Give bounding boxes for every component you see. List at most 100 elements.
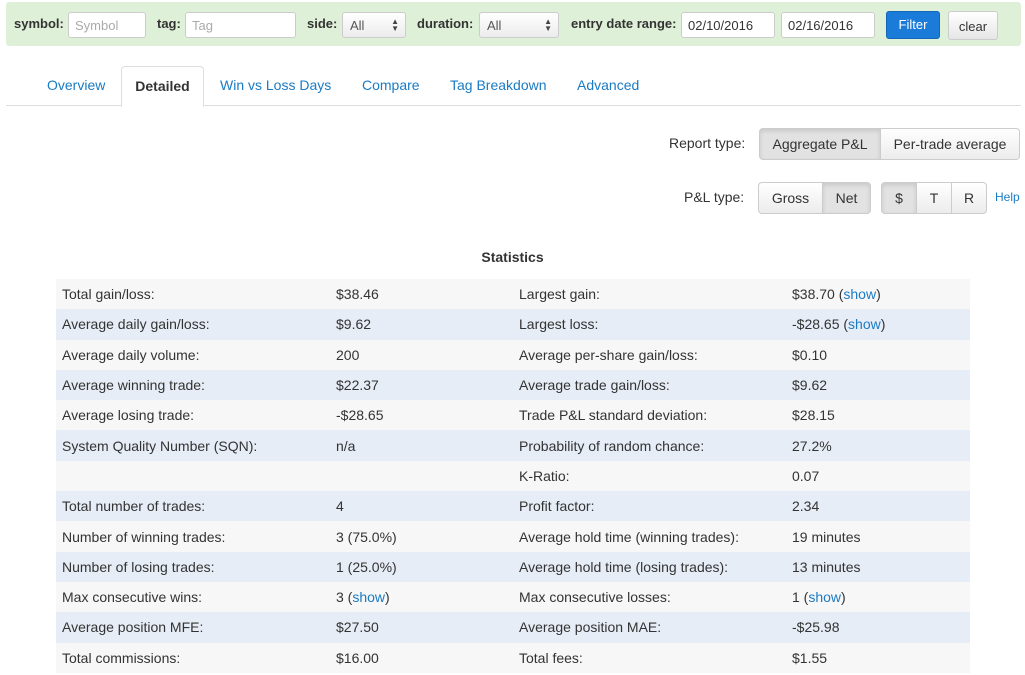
- stat-label-text: Max consecutive wins:: [62, 589, 203, 606]
- report-type-label: Report type:: [669, 135, 746, 151]
- r-multiple-unit-button[interactable]: R: [951, 182, 987, 214]
- stat-label: Largest gain:: [513, 279, 786, 310]
- stat-label-text: Trade P&L standard deviation:: [519, 407, 708, 424]
- stat-value-text: 2.34: [792, 498, 820, 515]
- table-row: Total commissions: $16.00 Total fees: $1.55: [56, 642, 970, 673]
- report-type-group: Aggregate P&L Per-trade average: [759, 128, 1020, 160]
- tab-win-vs-loss-days[interactable]: Win vs Loss Days: [220, 66, 331, 106]
- table-row: Number of losing trades: 1 (25.0%) Average…: [56, 551, 970, 582]
- clear-button[interactable]: clear: [948, 11, 998, 40]
- stat-value-text: $9.62: [336, 316, 372, 333]
- stat-value-text: 4: [336, 498, 344, 515]
- stat-value: $16.00: [330, 642, 513, 673]
- date-from-input[interactable]: [681, 12, 775, 38]
- table-row: Average daily gain/loss: $9.62 Largest los…: [56, 309, 970, 340]
- symbol-input[interactable]: [68, 12, 146, 38]
- stat-value: 1 (25.0%): [330, 551, 513, 582]
- stat-label: Average winning trade:: [56, 369, 330, 401]
- stat-label: Total number of trades:: [56, 491, 330, 522]
- tab-overview[interactable]: Overview: [47, 66, 105, 106]
- stat-label: Number of winning trades:: [56, 521, 330, 552]
- side-select[interactable]: All ▲ ▼: [342, 12, 406, 38]
- stat-label: Average losing trade:: [56, 400, 330, 431]
- stat-value-text: 3 (75.0%): [336, 528, 397, 545]
- tag-input[interactable]: [185, 12, 296, 38]
- filter-button[interactable]: Filter: [886, 11, 940, 39]
- table-row: Average winning trade: $22.37 Average trad…: [56, 369, 970, 401]
- show-link[interactable]: show: [808, 589, 841, 605]
- stat-value-text: $0.10: [792, 346, 828, 363]
- stat-value-text: 1: [792, 589, 800, 606]
- table-row: Average losing trade: -$28.65 Trade P&L st…: [56, 400, 970, 431]
- stat-label-text: Average per-share gain/loss:: [519, 346, 698, 363]
- net-button[interactable]: Net: [822, 182, 871, 214]
- stat-label-text: Average winning trade:: [62, 377, 205, 394]
- stat-label-text: Average hold time (winning trades):: [519, 528, 739, 545]
- stat-value-text: 200: [336, 346, 360, 363]
- stat-value-text: 3: [336, 589, 344, 606]
- entry-date-range-label: entry date range:: [571, 16, 677, 31]
- stat-value: $38.70 (show): [786, 279, 970, 310]
- stat-label: Total fees:: [513, 642, 786, 673]
- show-link[interactable]: show: [848, 316, 881, 332]
- stat-label: Average hold time (winning trades):: [513, 521, 786, 552]
- dollar-unit-button[interactable]: $: [881, 182, 917, 214]
- stat-label: Average position MAE:: [513, 612, 786, 643]
- table-row: Total number of trades: 4 Profit factor: 2.…: [56, 491, 970, 522]
- stat-label-text: Average daily volume:: [62, 346, 200, 363]
- select-arrows-icon: ▲ ▼: [544, 17, 552, 33]
- select-arrows-icon: ▲ ▼: [391, 17, 399, 33]
- show-link[interactable]: show: [843, 286, 876, 302]
- stat-value: 13 minutes: [786, 551, 970, 582]
- stat-label-text: Largest loss:: [519, 316, 599, 333]
- per-trade-average-button[interactable]: Per-trade average: [880, 128, 1020, 160]
- table-row: Average position MFE: $27.50 Average posit…: [56, 612, 970, 643]
- stat-label: Average position MFE:: [56, 612, 330, 643]
- aggregate-pl-button[interactable]: Aggregate P&L: [759, 128, 881, 160]
- stat-label: Average daily volume:: [56, 339, 330, 370]
- stat-label: Average daily gain/loss:: [56, 309, 330, 340]
- stat-value-text: -$25.98: [792, 619, 840, 636]
- stat-value: 1 (show): [786, 581, 970, 613]
- stat-value-text: 27.2%: [792, 437, 832, 454]
- table-row: Number of winning trades: 3 (75.0%) Averag…: [56, 521, 970, 552]
- stat-value: 3 (show): [330, 581, 513, 613]
- stat-value-text: n/a: [336, 437, 356, 454]
- date-to-input[interactable]: [781, 12, 875, 38]
- stat-value-text: $16.00: [336, 649, 379, 666]
- pl-type-group: Gross Net: [758, 182, 871, 214]
- ticks-unit-button[interactable]: T: [916, 182, 952, 214]
- stat-label: Probability of random chance:: [513, 430, 786, 461]
- stat-value: $9.62: [330, 309, 513, 340]
- stat-label-text: Average position MFE:: [62, 619, 204, 636]
- stat-value: $28.15: [786, 400, 970, 431]
- tab-compare[interactable]: Compare: [362, 66, 420, 106]
- stat-label-text: System Quality Number (SQN):: [62, 437, 258, 454]
- stat-label: Average trade gain/loss:: [513, 369, 786, 401]
- tab-tag-breakdown[interactable]: Tag Breakdown: [450, 66, 547, 106]
- stat-value: [330, 460, 513, 492]
- stat-label: K-Ratio:: [513, 460, 786, 492]
- show-link[interactable]: show: [352, 589, 385, 605]
- stat-value: 3 (75.0%): [330, 521, 513, 552]
- stat-value: 27.2%: [786, 430, 970, 461]
- help-link[interactable]: Help: [995, 190, 1020, 204]
- stat-label-text: K-Ratio:: [519, 467, 570, 484]
- stat-label-text: Average position MAE:: [519, 619, 662, 636]
- stat-value: -$25.98: [786, 612, 970, 643]
- table-row: Average daily volume: 200 Average per-shar…: [56, 339, 970, 370]
- table-row: K-Ratio: 0.07: [56, 460, 970, 492]
- gross-button[interactable]: Gross: [758, 182, 823, 214]
- pl-type-label: P&L type:: [684, 189, 745, 205]
- stat-value: 2.34: [786, 491, 970, 522]
- stat-label-text: Total number of trades:: [62, 498, 206, 515]
- tab-detailed[interactable]: Detailed: [121, 66, 204, 107]
- stat-value: 19 minutes: [786, 521, 970, 552]
- tab-advanced[interactable]: Advanced: [577, 66, 639, 106]
- stat-value: $27.50: [330, 612, 513, 643]
- duration-select[interactable]: All ▲ ▼: [479, 12, 559, 38]
- stat-value: $9.62: [786, 369, 970, 401]
- stat-label-text: Average hold time (losing trades):: [519, 558, 729, 575]
- stat-label-text: Average trade gain/loss:: [519, 377, 670, 394]
- duration-select-value: All: [487, 18, 502, 33]
